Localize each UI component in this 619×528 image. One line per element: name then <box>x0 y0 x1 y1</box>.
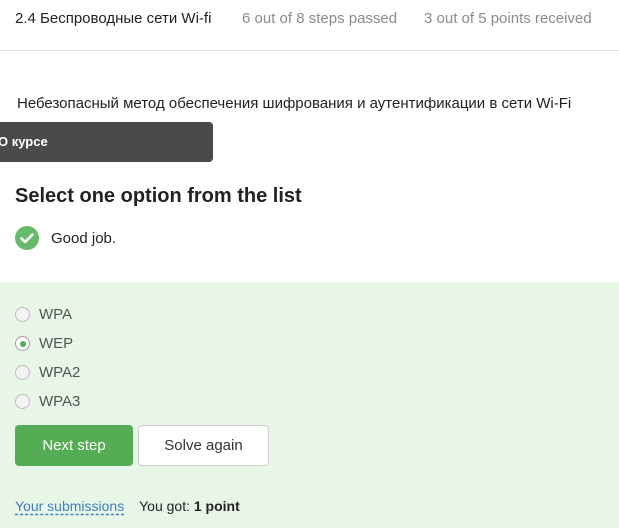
radio-button[interactable] <box>15 365 30 380</box>
check-icon <box>15 226 39 250</box>
option-label: WPA3 <box>39 393 81 410</box>
next-step-button[interactable]: Next step <box>15 425 133 466</box>
submission-info: Your submissions You got: 1 point <box>15 498 240 514</box>
step-header: 2.4 Беспроводные сети Wi-fi 6 out of 8 s… <box>0 0 619 51</box>
option-label: WPA <box>39 306 73 323</box>
option-wpa2[interactable]: WPA2 <box>15 358 80 387</box>
option-label: WPA2 <box>39 364 81 381</box>
option-label: WEP <box>39 335 74 352</box>
your-submissions-link[interactable]: Your submissions <box>15 498 124 514</box>
feedback-message: Good job. <box>51 229 117 247</box>
steps-progress: 6 out of 8 steps passed <box>242 10 398 27</box>
option-wpa[interactable]: WPA <box>15 300 80 329</box>
option-wpa3[interactable]: WPA3 <box>15 387 80 416</box>
radio-button-checked[interactable] <box>15 336 30 351</box>
score-value: 1 point <box>193 498 240 514</box>
radio-button[interactable] <box>15 307 30 322</box>
lesson-title: 2.4 Беспроводные сети Wi-fi <box>15 10 212 27</box>
points-progress: 3 out of 5 points received <box>424 10 592 27</box>
option-wep[interactable]: WEP <box>15 329 80 358</box>
feedback-banner: Good job. <box>15 226 116 250</box>
answer-area: WPA WEP WPA2 WPA3 Next step Solve again … <box>0 282 619 528</box>
quiz-prompt: Select one option from the list <box>15 185 302 207</box>
score-prefix: You got: <box>139 498 194 514</box>
question-text: Небезопасный метод обеспечения шифровани… <box>17 95 572 112</box>
options-list: WPA WEP WPA2 WPA3 <box>15 300 80 416</box>
solve-again-button[interactable]: Solve again <box>138 425 269 466</box>
about-course-tab[interactable]: О курсе <box>0 122 213 162</box>
score-text: You got: 1 point <box>139 498 240 514</box>
radio-button[interactable] <box>15 394 30 409</box>
